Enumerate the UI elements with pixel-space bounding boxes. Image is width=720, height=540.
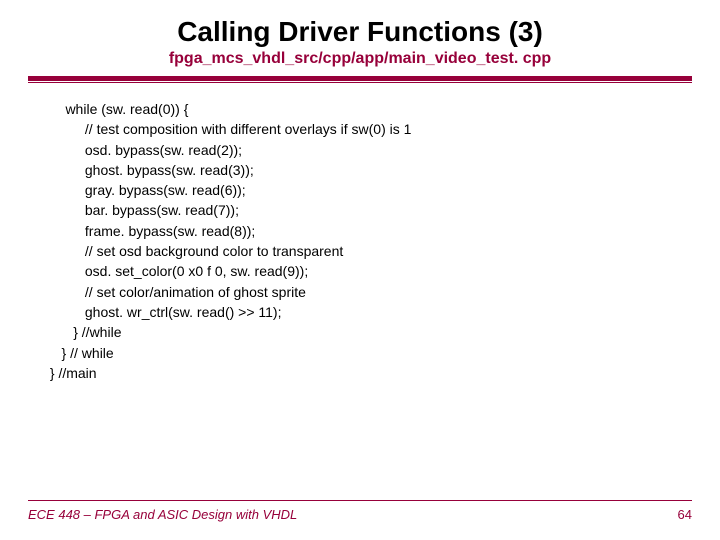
- page-subtitle: fpga_mcs_vhdl_src/cpp/app/main_video_tes…: [28, 50, 692, 68]
- footer-rule: [28, 500, 692, 501]
- header-rule-thin: [28, 82, 692, 83]
- header-rule-thick: [28, 76, 692, 81]
- footer-course: ECE 448 – FPGA and ASIC Design with VHDL: [28, 507, 297, 522]
- footer-row: ECE 448 – FPGA and ASIC Design with VHDL…: [28, 507, 692, 522]
- page-title: Calling Driver Functions (3): [28, 16, 692, 48]
- header-rule: [28, 76, 692, 83]
- footer: ECE 448 – FPGA and ASIC Design with VHDL…: [0, 500, 720, 522]
- footer-page-number: 64: [678, 507, 692, 522]
- code-block: while (sw. read(0)) { // test compositio…: [28, 99, 692, 383]
- slide: Calling Driver Functions (3) fpga_mcs_vh…: [0, 0, 720, 540]
